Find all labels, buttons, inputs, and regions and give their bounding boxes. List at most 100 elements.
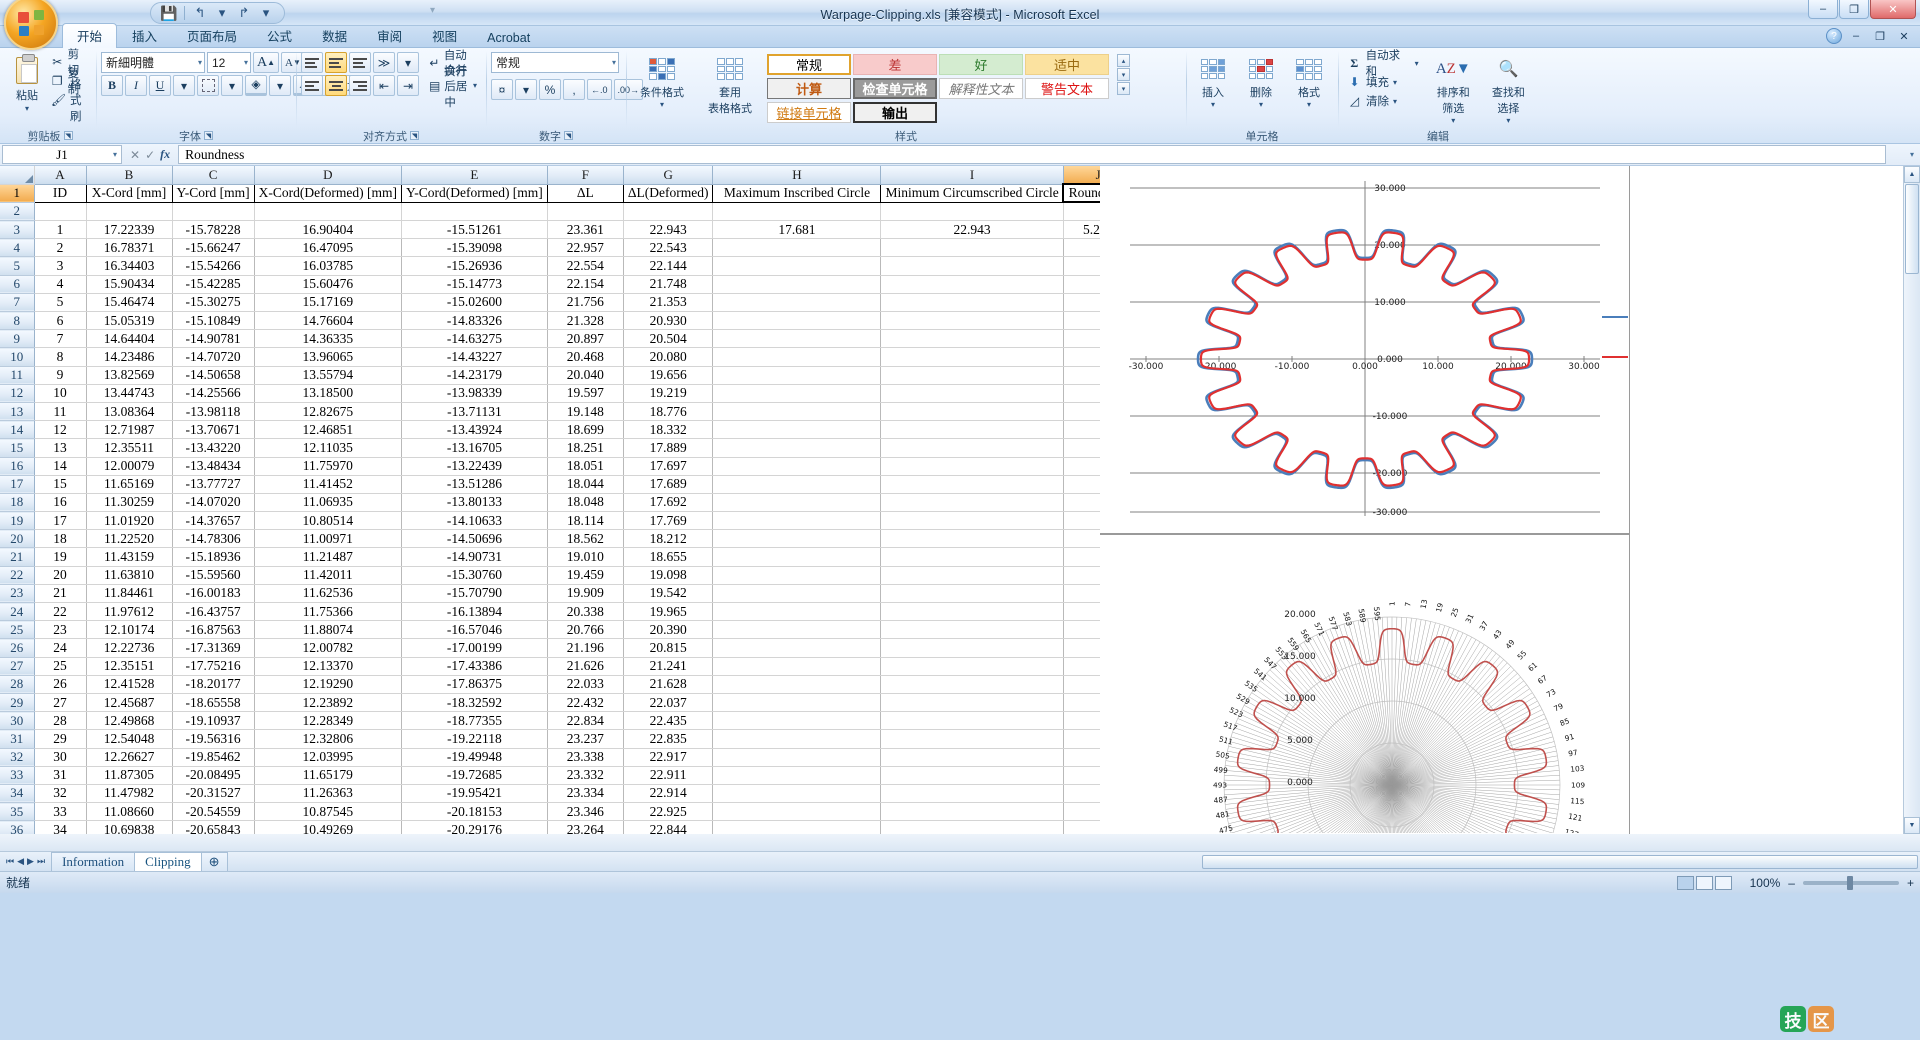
cell-G12[interactable]: 19.219	[623, 384, 714, 403]
conditional-formatting-button[interactable]: 条件格式 ▾	[631, 54, 693, 109]
insert-cells-button[interactable]: 插入 ▾	[1191, 54, 1235, 109]
cell-C30[interactable]: -19.10937	[172, 711, 255, 731]
cell-D16[interactable]: 11.75970	[254, 457, 402, 476]
cell-A22[interactable]: 20	[34, 566, 87, 585]
cell-G35[interactable]: 22.925	[623, 802, 714, 822]
cell-D10[interactable]: 13.96065	[254, 347, 402, 367]
cell-A29[interactable]: 27	[34, 693, 87, 713]
cell-C19[interactable]: -14.37657	[172, 511, 255, 531]
prev-sheet-icon[interactable]: ◀	[17, 856, 24, 867]
cell-D19[interactable]: 10.80514	[254, 511, 402, 531]
cell-G8[interactable]: 20.930	[623, 311, 714, 331]
cell-E27[interactable]: -17.43386	[401, 657, 548, 676]
align-bottom-button[interactable]	[349, 52, 371, 73]
cell-I25[interactable]	[880, 620, 1064, 640]
cell-B20[interactable]: 11.22520	[86, 529, 173, 549]
format-cells-button[interactable]: 格式 ▾	[1287, 54, 1331, 109]
cell-I14[interactable]	[880, 420, 1064, 440]
cell-B14[interactable]: 12.71987	[86, 420, 173, 440]
row-header-14[interactable]: 14	[0, 420, 35, 440]
cell-F30[interactable]: 22.834	[547, 711, 624, 731]
cell-I22[interactable]	[880, 566, 1064, 585]
column-header-b[interactable]: B	[86, 166, 173, 185]
cell-B3[interactable]: 17.22339	[86, 220, 173, 240]
fill-color-dropdown-icon[interactable]: ▾	[269, 75, 291, 96]
align-middle-button[interactable]	[325, 52, 347, 73]
cell-D34[interactable]: 11.26363	[254, 784, 402, 804]
cell-B34[interactable]: 11.47982	[86, 784, 173, 804]
cell-B28[interactable]: 12.41528	[86, 675, 173, 694]
cell-I10[interactable]	[880, 347, 1064, 367]
cell-H21[interactable]	[712, 547, 882, 567]
cell-G15[interactable]: 17.889	[623, 438, 714, 458]
cell-D21[interactable]: 11.21487	[254, 547, 402, 567]
column-header-d[interactable]: D	[254, 166, 402, 185]
cell-B22[interactable]: 11.63810	[86, 566, 173, 585]
cancel-formula-icon[interactable]: ✕	[130, 148, 140, 162]
cell-B7[interactable]: 15.46474	[86, 293, 173, 313]
cell-G28[interactable]: 21.628	[623, 675, 714, 694]
cell-D27[interactable]: 12.13370	[254, 657, 402, 676]
vertical-scrollbar[interactable]: ▲ ▼	[1903, 166, 1920, 834]
cell-H25[interactable]	[712, 620, 882, 640]
cell-I3[interactable]: 22.943	[880, 220, 1064, 240]
cell-H19[interactable]	[712, 511, 882, 531]
style-check-cell[interactable]: 检查单元格	[853, 78, 937, 99]
expand-formula-bar-icon[interactable]: ▾	[1904, 144, 1920, 165]
cell-D36[interactable]: 10.49269	[254, 820, 402, 834]
cell-G2[interactable]	[623, 202, 714, 222]
cell-B35[interactable]: 11.08660	[86, 802, 173, 822]
tab-acrobat[interactable]: Acrobat	[472, 28, 545, 48]
cell-I33[interactable]	[880, 766, 1064, 785]
cell-F36[interactable]: 23.264	[547, 820, 624, 834]
cell-F11[interactable]: 20.040	[547, 366, 624, 385]
cell-F28[interactable]: 22.033	[547, 675, 624, 694]
tab-insert[interactable]: 插入	[117, 23, 172, 48]
cell-A8[interactable]: 6	[34, 311, 87, 331]
cell-H36[interactable]	[712, 820, 882, 834]
cell-E17[interactable]: -13.51286	[401, 475, 548, 494]
cell-H35[interactable]	[712, 802, 882, 822]
cell-C9[interactable]: -14.90781	[172, 329, 255, 349]
cell-H2[interactable]	[712, 202, 882, 222]
cell-E35[interactable]: -20.18153	[401, 802, 548, 822]
cell-F24[interactable]: 20.338	[547, 602, 624, 622]
align-left-button[interactable]	[301, 75, 323, 96]
cell-F5[interactable]: 22.554	[547, 256, 624, 276]
grow-font-button[interactable]: A ▲	[253, 52, 280, 73]
cell-C3[interactable]: -15.78228	[172, 220, 255, 240]
row-header-36[interactable]: 36	[0, 820, 35, 834]
cell-C10[interactable]: -14.70720	[172, 347, 255, 367]
cell-F32[interactable]: 23.338	[547, 748, 624, 767]
cell-B36[interactable]: 10.69838	[86, 820, 173, 834]
sheet-tab-clipping[interactable]: Clipping	[134, 852, 202, 871]
font-size-combo[interactable]: 12 ▾	[207, 52, 251, 73]
cell-H4[interactable]	[712, 238, 882, 258]
cell-G18[interactable]: 17.692	[623, 493, 714, 513]
cell-I29[interactable]	[880, 693, 1064, 713]
cell-E31[interactable]: -19.22118	[401, 729, 548, 749]
cell-H16[interactable]	[712, 457, 882, 476]
cell-F22[interactable]: 19.459	[547, 566, 624, 585]
cell-H29[interactable]	[712, 693, 882, 713]
cell-D5[interactable]: 16.03785	[254, 256, 402, 276]
cell-F33[interactable]: 23.332	[547, 766, 624, 785]
tab-data[interactable]: 数据	[307, 23, 362, 48]
style-explanatory-text[interactable]: 解释性文本	[939, 78, 1023, 99]
accounting-dropdown-icon[interactable]: ▾	[515, 79, 537, 100]
cell-B2[interactable]	[86, 202, 173, 222]
cell-I2[interactable]	[880, 202, 1064, 222]
format-as-table-button[interactable]: 套用 表格格式	[699, 54, 761, 116]
cell-C1[interactable]: Y-Cord [mm]	[172, 184, 255, 203]
cell-F2[interactable]	[547, 202, 624, 222]
cell-B21[interactable]: 11.43159	[86, 547, 173, 567]
cell-E10[interactable]: -14.43227	[401, 347, 548, 367]
cell-A18[interactable]: 16	[34, 493, 87, 513]
cell-C22[interactable]: -15.59560	[172, 566, 255, 585]
cell-F8[interactable]: 21.328	[547, 311, 624, 331]
cell-F7[interactable]: 21.756	[547, 293, 624, 313]
cell-G11[interactable]: 19.656	[623, 366, 714, 385]
formula-input[interactable]: Roundness	[178, 145, 1886, 164]
cell-A3[interactable]: 1	[34, 220, 87, 240]
sort-filter-button[interactable]: A Z ▼ 排序和 筛选 ▾	[1429, 54, 1478, 126]
